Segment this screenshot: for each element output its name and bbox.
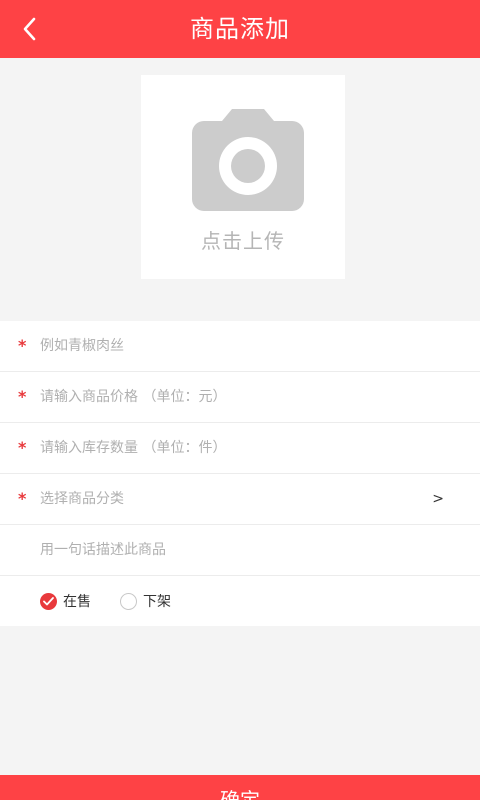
header-bar: 商品添加 xyxy=(0,0,480,58)
confirm-button[interactable]: 确定 xyxy=(0,775,480,800)
product-name-input[interactable] xyxy=(40,321,440,371)
category-selector[interactable]: * 选择商品分类 > xyxy=(0,474,480,525)
required-mark: * xyxy=(18,438,27,457)
upload-label: 点击上传 xyxy=(201,229,285,253)
required-mark: * xyxy=(18,387,27,406)
price-row: * xyxy=(0,372,480,423)
product-price-input[interactable] xyxy=(40,372,440,422)
radio-off-shelf[interactable]: 下架 xyxy=(120,576,171,626)
stock-quantity-input[interactable] xyxy=(40,423,440,473)
description-row xyxy=(0,525,480,576)
product-form: * * * * 选择商品分类 > 在售 下架 xyxy=(0,321,480,626)
page-title: 商品添加 xyxy=(190,15,290,43)
description-input[interactable] xyxy=(40,525,440,575)
name-row: * xyxy=(0,321,480,372)
on-sale-label: 在售 xyxy=(63,594,91,610)
required-mark: * xyxy=(18,489,27,508)
image-upload-button[interactable]: 点击上传 xyxy=(141,75,345,279)
unchecked-circle-icon xyxy=(120,592,137,610)
category-placeholder: 选择商品分类 xyxy=(40,491,124,507)
camera-icon xyxy=(192,109,304,211)
radio-on-sale[interactable]: 在售 xyxy=(40,576,91,626)
checked-circle-icon xyxy=(40,592,57,610)
stock-row: * xyxy=(0,423,480,474)
off-shelf-label: 下架 xyxy=(143,594,171,610)
status-row: 在售 下架 xyxy=(0,576,480,626)
required-mark: * xyxy=(18,336,27,355)
chevron-right-icon: > xyxy=(432,491,444,507)
